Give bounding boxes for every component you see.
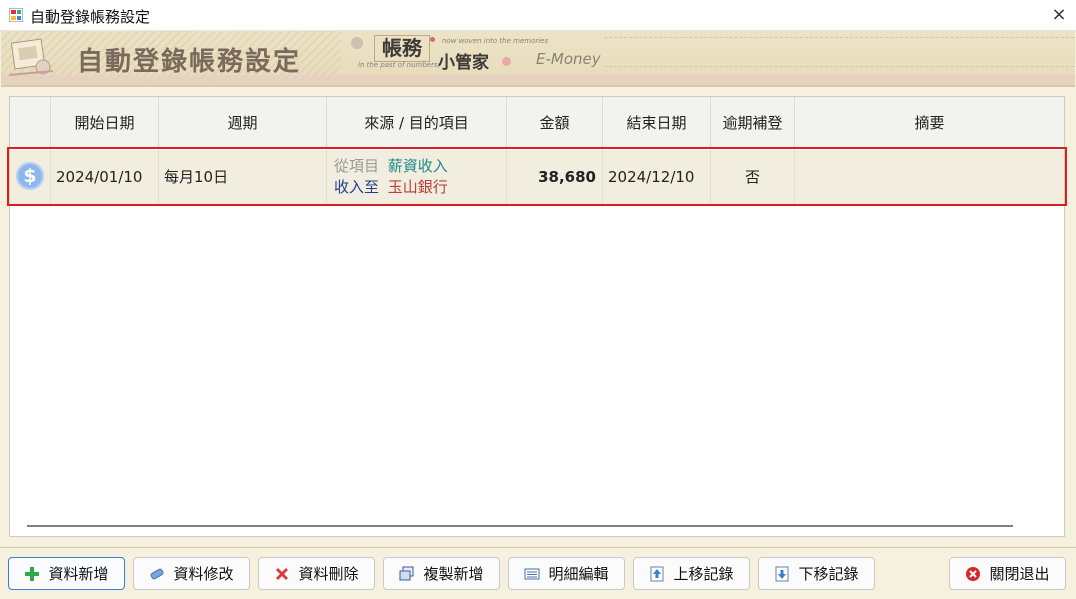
copy-add-button[interactable]: 複製新增 — [383, 557, 500, 590]
header-icon-col — [10, 97, 51, 149]
row-icon-cell: $ — [10, 150, 51, 205]
copy-add-label: 複製新增 — [423, 565, 484, 583]
header-banner: 自動登錄帳務設定 帳務 now woven into the memories … — [1, 31, 1075, 87]
detail-edit-label: 明細編輯 — [548, 565, 609, 583]
tagline-bottom: in the past of numbers, — [358, 61, 440, 69]
add-record-label: 資料新增 — [48, 565, 109, 583]
records-grid[interactable]: 開始日期 週期 來源 / 目的項目 金額 結束日期 逾期補登 摘要 $ 2024… — [9, 96, 1065, 537]
decor-lines — [604, 37, 1074, 67]
window-title: 自動登錄帳務設定 — [30, 8, 151, 26]
close-exit-button[interactable]: 關閉退出 — [949, 557, 1066, 590]
cell-start-date[interactable]: 2024/01/10 — [51, 150, 159, 205]
detail-edit-button[interactable]: 明細編輯 — [508, 557, 625, 590]
arrow-up-icon — [649, 566, 665, 582]
cell-overdue[interactable]: 否 — [711, 150, 795, 205]
table-row[interactable]: $ 2024/01/10 每月10日 從項目 薪資收入 收入至 玉山銀行 38,… — [10, 150, 1064, 205]
tagline-top: now woven into the memories — [442, 37, 549, 45]
header-end-date[interactable]: 結束日期 — [603, 97, 711, 149]
list-detail-icon — [524, 566, 540, 582]
edit-record-label: 資料修改 — [173, 565, 234, 583]
cell-period[interactable]: 每月10日 — [159, 150, 327, 205]
cell-summary[interactable] — [795, 150, 1064, 205]
header-start-date[interactable]: 開始日期 — [51, 97, 159, 149]
close-circle-icon — [965, 566, 981, 582]
plus-icon — [24, 566, 40, 582]
brand-logo: 帳務 — [374, 35, 430, 62]
header-amount[interactable]: 金額 — [507, 97, 603, 149]
close-window-button[interactable]: × — [1042, 0, 1076, 31]
to-value: 玉山銀行 — [387, 178, 448, 196]
header-period[interactable]: 週期 — [159, 97, 327, 149]
from-label: 從項目 — [334, 157, 380, 175]
app-icon — [9, 8, 23, 22]
dollar-icon: $ — [16, 162, 44, 190]
header-overdue[interactable]: 逾期補登 — [711, 97, 795, 149]
copy-icon — [399, 566, 415, 582]
grid-header: 開始日期 週期 來源 / 目的項目 金額 結束日期 逾期補登 摘要 — [10, 97, 1064, 149]
edit-record-button[interactable]: 資料修改 — [133, 557, 250, 590]
to-label: 收入至 — [334, 178, 380, 196]
header-source-target[interactable]: 來源 / 目的項目 — [327, 97, 507, 149]
banner-title: 自動登錄帳務設定 — [77, 47, 302, 77]
move-down-label: 下移記錄 — [798, 565, 859, 583]
delete-record-label: 資料刪除 — [298, 565, 359, 583]
title-bar: 自動登錄帳務設定 × — [0, 0, 1076, 31]
decor-dot — [351, 37, 363, 49]
cell-source-target[interactable]: 從項目 薪資收入 收入至 玉山銀行 — [327, 150, 507, 205]
move-up-label: 上移記錄 — [673, 565, 734, 583]
close-exit-label: 關閉退出 — [989, 565, 1050, 583]
divider — [0, 547, 1076, 548]
add-record-button[interactable]: 資料新增 — [8, 557, 125, 590]
header-summary[interactable]: 摘要 — [795, 97, 1064, 149]
cell-end-date[interactable]: 2024/12/10 — [603, 150, 711, 205]
eraser-icon — [149, 566, 165, 582]
delete-record-button[interactable]: 資料刪除 — [258, 557, 375, 590]
from-value: 薪資收入 — [387, 157, 448, 175]
brand-name: E-Money — [536, 50, 601, 68]
delete-x-icon — [274, 566, 290, 582]
arrow-down-icon — [774, 566, 790, 582]
stamp-icon — [8, 38, 54, 76]
move-down-button[interactable]: 下移記錄 — [758, 557, 875, 590]
decor-dot — [502, 57, 511, 66]
horizontal-scrollbar[interactable] — [27, 525, 1013, 527]
cell-amount[interactable]: 38,680 — [507, 150, 603, 205]
decor-dot — [430, 37, 435, 42]
move-up-button[interactable]: 上移記錄 — [633, 557, 750, 590]
brand-subtitle: 小管家 — [438, 53, 489, 73]
